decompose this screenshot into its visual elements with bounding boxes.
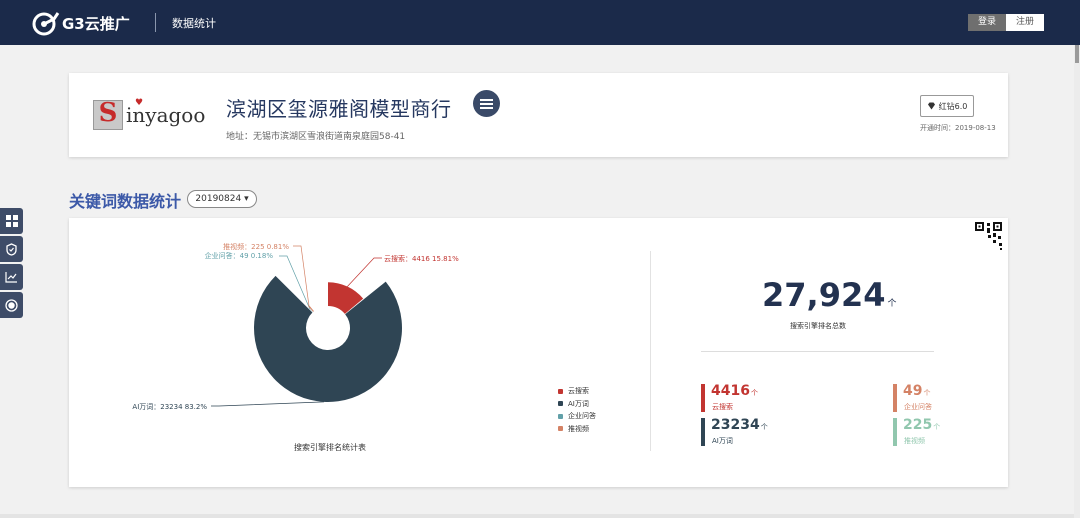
- level-text: 红钻6.0: [938, 101, 968, 111]
- metric-number: 23234: [711, 417, 760, 433]
- metric-color-bar: [893, 418, 897, 446]
- metric-unit: 个: [923, 389, 931, 397]
- leader-line: [347, 257, 382, 287]
- pie-chart: 云搜索：4416 15.81% AI万词：23234 83.2% 企业问答：49 0…: [132, 242, 459, 411]
- total-value: 27,924: [762, 276, 886, 314]
- brand-dot-icon: ♥: [135, 98, 144, 108]
- page-scrollbar[interactable]: [1074, 45, 1080, 518]
- legend-swatch: [558, 413, 563, 419]
- footer-edge: [0, 514, 1074, 518]
- metric-unit: 个: [760, 423, 768, 431]
- grid-icon: [5, 215, 18, 227]
- menu-line: [480, 103, 493, 105]
- chart-title: 搜索引擎排名统计表: [294, 443, 366, 452]
- logo-letter-box: S: [93, 98, 123, 130]
- company-name: 滨湖区玺源雅阁模型商行: [226, 97, 452, 121]
- metric-label: 推视频: [904, 437, 925, 445]
- register-button[interactable]: 注册: [1006, 14, 1044, 31]
- level-badge[interactable]: 红钻6.0: [920, 95, 974, 117]
- metric-label: 企业问答: [904, 403, 932, 411]
- company-logo: S ♥ inyagoo: [93, 98, 205, 130]
- sidebar-item-shield[interactable]: [0, 236, 23, 262]
- scrollbar-thumb[interactable]: [1075, 45, 1079, 63]
- metric-value: 49个: [903, 383, 930, 399]
- metric-label: AI万词: [712, 437, 733, 445]
- menu-button[interactable]: [473, 90, 500, 117]
- metric-unit: 个: [750, 389, 758, 397]
- slice-label: AI万词：23234 83.2%: [132, 403, 207, 411]
- metric-number: 225: [903, 417, 933, 433]
- metric-number: 4416: [711, 383, 750, 399]
- logo-text: G3云推广: [62, 14, 130, 33]
- company-info-card: S ♥ inyagoo 滨湖区玺源雅阁模型商行 地址：无锡市滨湖区雪浪街道南泉庭园…: [69, 73, 1008, 157]
- total-label: 搜索引擎排名总数: [790, 322, 846, 330]
- legend-swatch: [558, 401, 563, 407]
- date-select[interactable]: 20190824 ▾: [187, 190, 257, 208]
- metric-number: 49: [903, 383, 923, 399]
- topbar-divider: [155, 13, 156, 32]
- metric-color-bar: [701, 384, 705, 412]
- chart-icon: [5, 272, 17, 283]
- legend-label: 企业问答: [568, 412, 596, 421]
- leader-line: [211, 401, 325, 407]
- company-address: 地址：无锡市滨湖区雪浪街道南泉庭园58-41: [226, 132, 406, 142]
- slice-label: 云搜索：4416 15.81%: [384, 254, 459, 263]
- logo-mark-icon: [32, 12, 60, 36]
- legend-item[interactable]: 云搜索: [558, 385, 596, 398]
- page-title: 数据统计: [172, 17, 216, 30]
- auth-buttons: 登录 注册: [968, 14, 1044, 31]
- slice-label: 企业问答：49 0.18%: [205, 251, 274, 260]
- legend-item[interactable]: 推视频: [558, 423, 596, 436]
- slice-label: 推视频：225 0.81%: [223, 242, 289, 251]
- legend-label: AI万词: [568, 399, 589, 408]
- app-logo[interactable]: G3云推广: [32, 10, 130, 36]
- menu-line: [480, 107, 493, 109]
- keyword-stats-title: 关键词数据统计: [69, 192, 182, 211]
- metric-value: 4416个: [711, 383, 758, 399]
- metric-value: 23234个: [711, 417, 768, 433]
- horizontal-divider: [701, 351, 934, 352]
- metric-color-bar: [701, 418, 705, 446]
- stats-card: 云搜索：4416 15.81% AI万词：23234 83.2% 企业问答：49 0…: [69, 218, 1008, 487]
- metric-value: 225个: [903, 417, 940, 433]
- record-icon: [5, 298, 18, 312]
- sidebar-item-chart[interactable]: [0, 264, 23, 290]
- floating-sidebar: [0, 208, 24, 320]
- menu-line: [480, 99, 493, 101]
- chart-legend: 云搜索 AI万词企业问答推视频: [558, 385, 596, 435]
- login-button[interactable]: 登录: [968, 14, 1006, 31]
- sidebar-item-record[interactable]: [0, 292, 23, 318]
- metric-label: 云搜索: [712, 403, 733, 411]
- metric-color-bar: [893, 384, 897, 412]
- legend-swatch: [558, 426, 563, 432]
- diamond-icon: [927, 102, 935, 110]
- legend-item[interactable]: 企业问答: [558, 410, 596, 423]
- total-unit: 个: [887, 299, 897, 309]
- logo-letter: S: [98, 98, 118, 128]
- sidebar-item-grid[interactable]: [0, 208, 23, 234]
- total-count: 27,924 个: [762, 276, 897, 314]
- qr-code-icon[interactable]: [974, 221, 1004, 251]
- vertical-divider: [650, 251, 651, 451]
- metric-unit: 个: [933, 423, 941, 431]
- legend-label: 云搜索: [568, 387, 589, 396]
- brand-wordmark: ♥ inyagoo: [126, 98, 205, 127]
- open-date: 开通时间：2019-08-13: [920, 124, 996, 132]
- top-nav-bar: G3云推广 数据统计 登录 注册: [0, 0, 1080, 45]
- legend-swatch: [558, 388, 563, 394]
- legend-label: 推视频: [568, 424, 589, 433]
- shield-icon: [6, 242, 17, 256]
- legend-item[interactable]: AI万词: [558, 398, 596, 411]
